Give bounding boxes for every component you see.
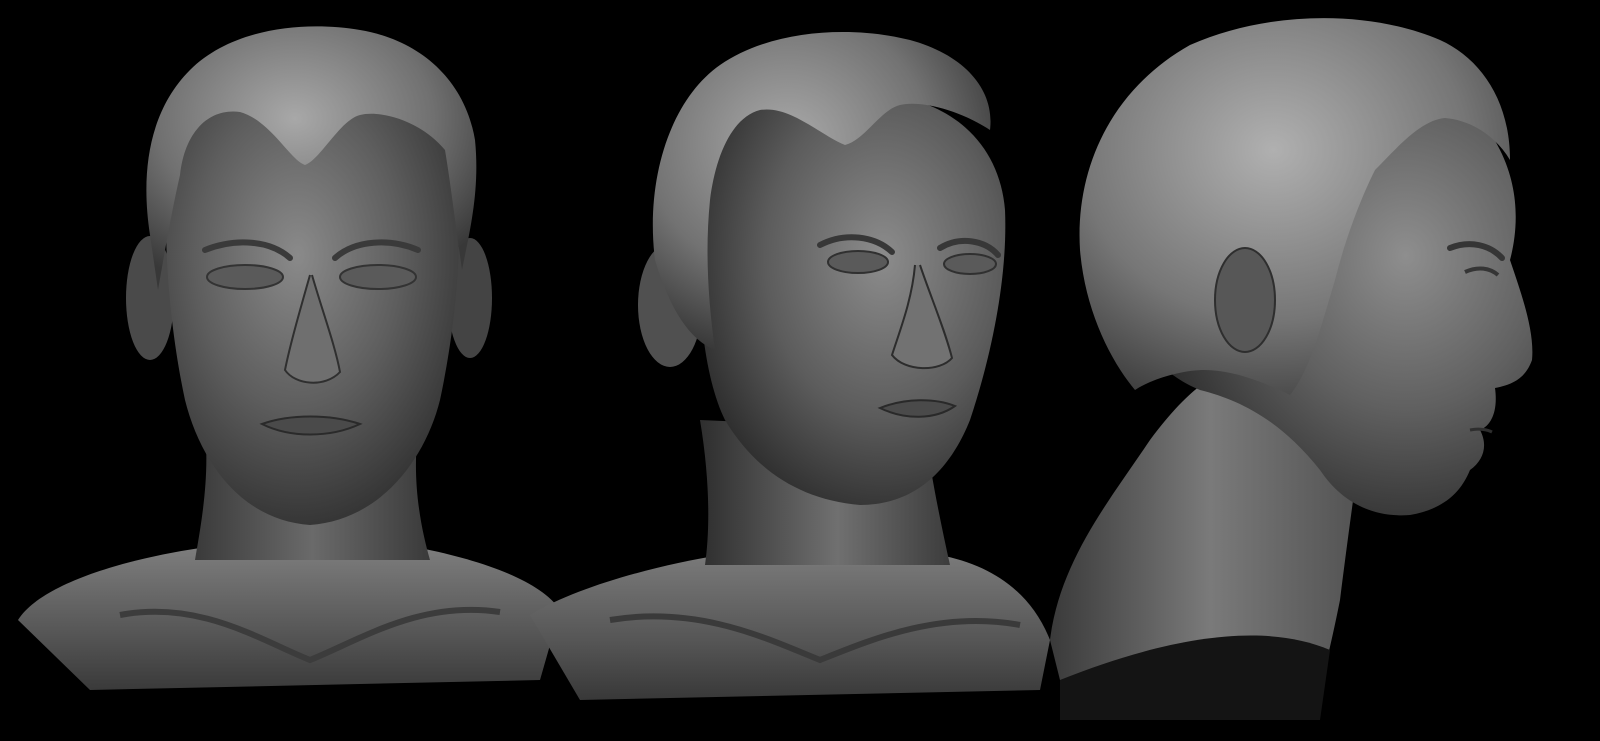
front-shoulders [18,548,560,690]
tq-eye-right [943,253,997,275]
front-eye-left [206,264,284,290]
bust-three-quarter-svg [530,32,1050,700]
bust-front-view [0,0,560,741]
bust-profile-svg [1050,18,1533,720]
tq-face [699,92,1006,505]
bust-profile-view [1040,0,1600,741]
bust-three-quarter-view [520,0,1060,741]
tq-eye-left [827,250,889,274]
sculpt-turnaround-render [0,0,1600,741]
profile-ear [1214,247,1276,353]
front-eye-right [339,264,417,290]
bust-front-svg [18,26,560,690]
tq-shoulders [530,555,1050,700]
